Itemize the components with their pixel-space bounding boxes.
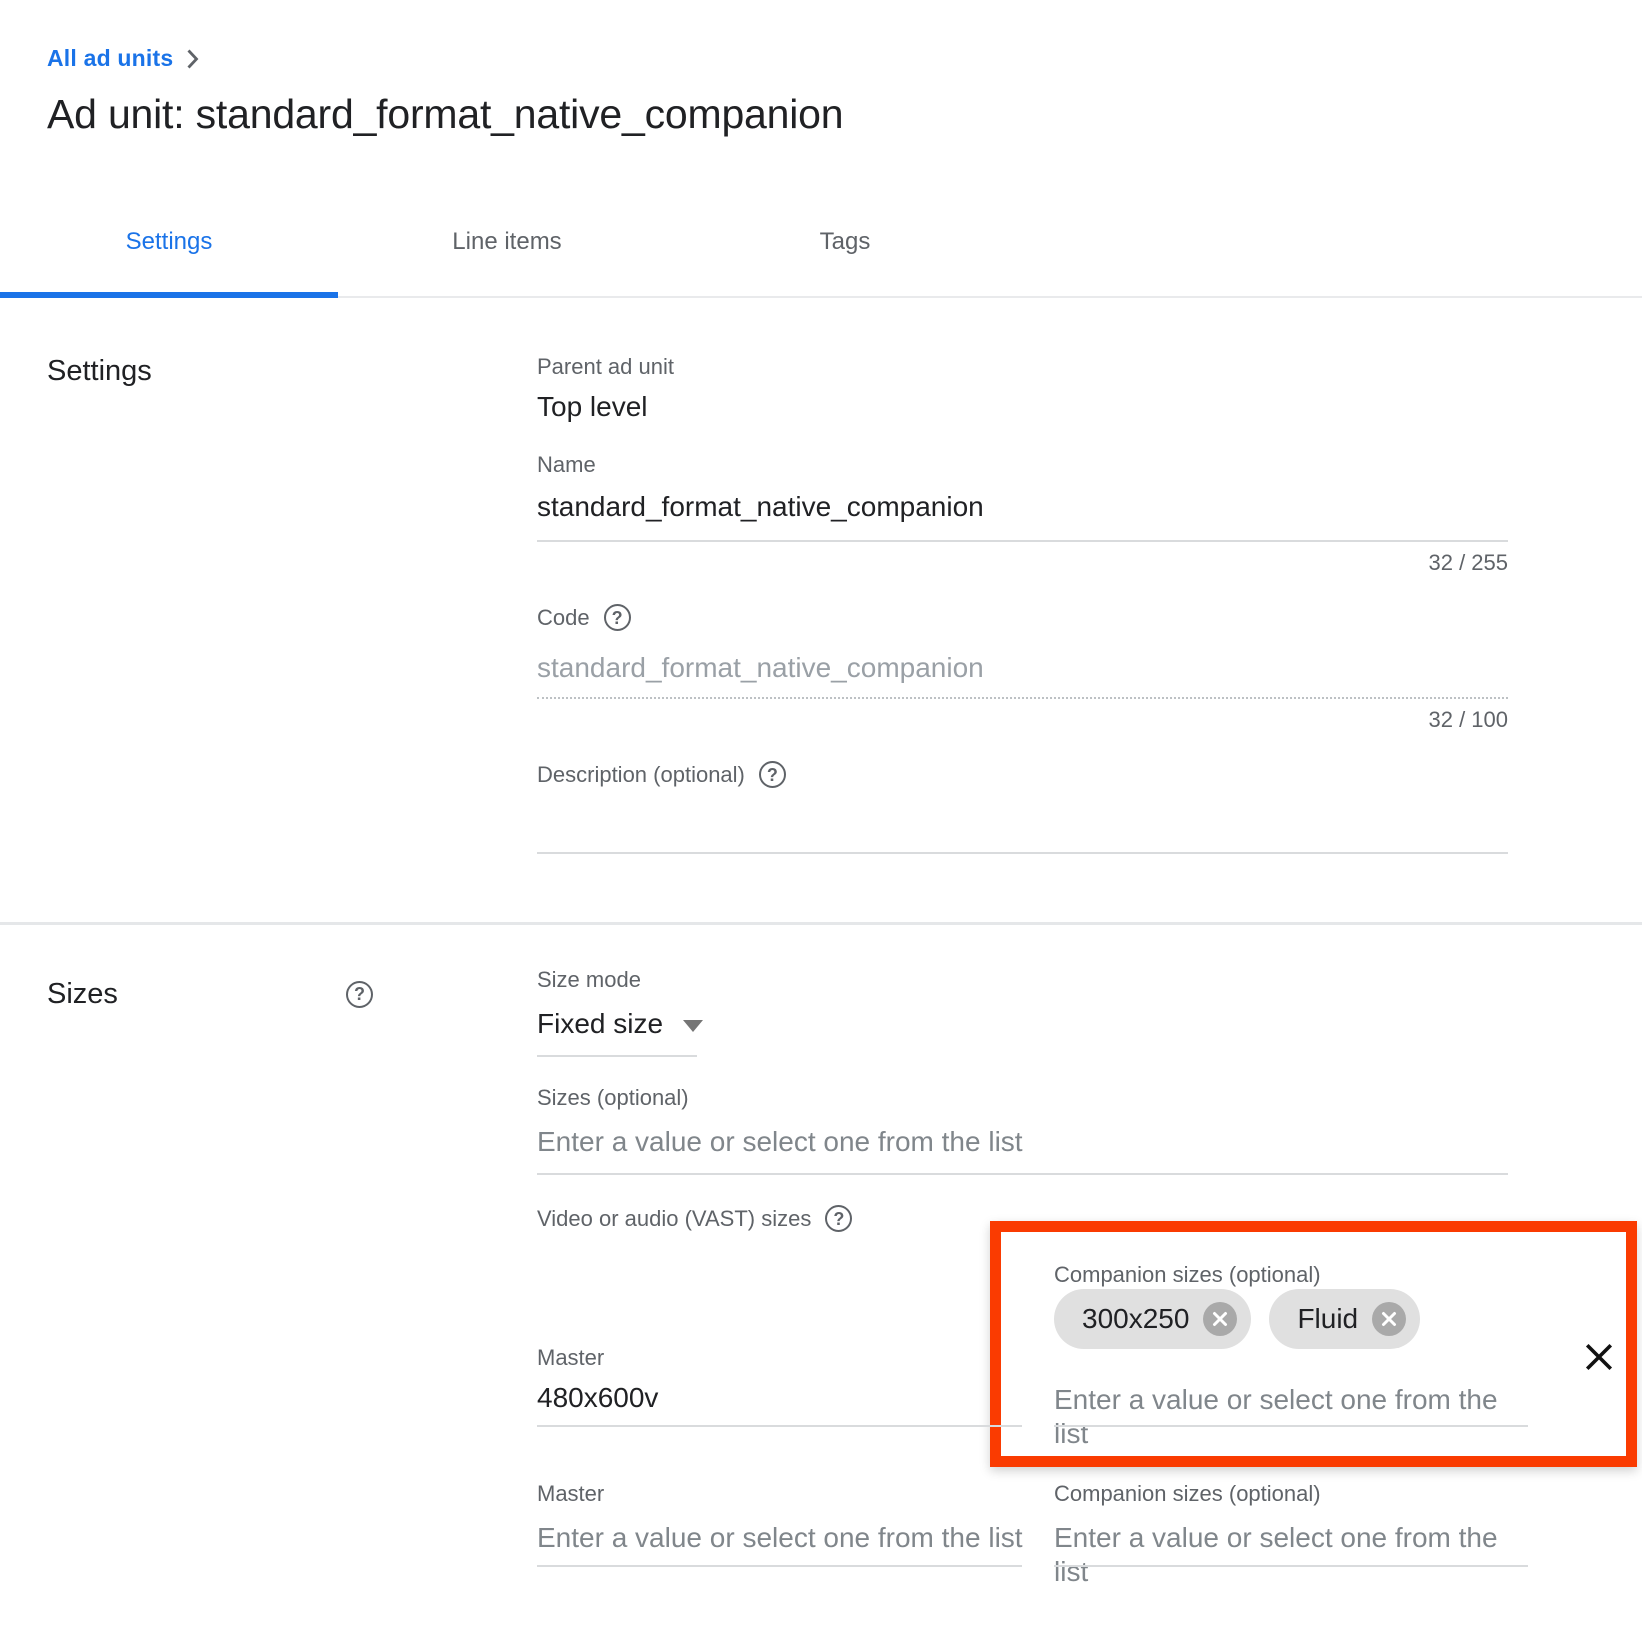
companion-sizes-label-2: Companion sizes (optional): [1054, 1481, 1321, 1507]
size-chip-fluid: Fluid: [1269, 1289, 1420, 1349]
tab-bar: Settings Line items Tags: [0, 216, 1642, 298]
name-input[interactable]: standard_format_native_companion: [537, 490, 1508, 542]
page-title: Ad unit: standard_format_native_companio…: [47, 90, 1642, 138]
chip-label: Fluid: [1297, 1303, 1358, 1335]
tab-settings[interactable]: Settings: [0, 216, 338, 296]
description-field: Description (optional): [537, 761, 1508, 854]
input-underline: [1054, 1565, 1528, 1567]
description-input[interactable]: [537, 800, 1508, 854]
master-label: Master: [537, 1345, 604, 1371]
name-label: Name: [537, 452, 1508, 478]
vast-sizes-help-icon[interactable]: [825, 1205, 852, 1232]
code-char-counter: 32 / 100: [537, 707, 1508, 733]
tab-tags[interactable]: Tags: [676, 216, 1014, 296]
code-field: Code standard_format_native_companion 32…: [537, 604, 1508, 733]
chip-label: 300x250: [1082, 1303, 1189, 1335]
tab-line-items[interactable]: Line items: [338, 216, 676, 296]
chevron-right-icon: [185, 47, 200, 71]
input-underline: [537, 1425, 1022, 1427]
sizes-optional-field: Sizes (optional) Enter a value or select…: [537, 1085, 1508, 1175]
size-mode-field: Size mode Fixed size: [537, 967, 1508, 1057]
size-mode-label: Size mode: [537, 967, 1508, 993]
parent-ad-unit-field: Parent ad unit Top level: [537, 354, 1508, 424]
close-icon[interactable]: [1583, 1341, 1615, 1373]
chip-remove-icon[interactable]: [1372, 1302, 1406, 1336]
input-underline: [1054, 1425, 1528, 1427]
settings-section-heading: Settings: [47, 354, 537, 388]
master-label-2: Master: [537, 1481, 604, 1507]
vast-sizes-area: Video or audio (VAST) sizes Companion si…: [537, 1175, 1508, 1607]
description-label: Description (optional): [537, 762, 745, 788]
sizes-help-icon[interactable]: [346, 981, 373, 1008]
master-input[interactable]: 480x600v: [537, 1381, 658, 1415]
chip-remove-icon[interactable]: [1203, 1302, 1237, 1336]
companion-sizes-input[interactable]: Enter a value or select one from the lis…: [1054, 1383, 1508, 1451]
size-mode-value: Fixed size: [537, 1007, 663, 1041]
breadcrumb: All ad units: [47, 44, 1642, 72]
code-help-icon[interactable]: [604, 604, 631, 631]
sizes-section-heading: Sizes: [47, 977, 118, 1011]
companion-chips: 300x250 Fluid: [1054, 1289, 1420, 1349]
size-chip-300x250: 300x250: [1054, 1289, 1251, 1349]
parent-ad-unit-label: Parent ad unit: [537, 354, 1508, 380]
input-underline: [537, 1565, 1022, 1567]
size-mode-dropdown[interactable]: Fixed size: [537, 1007, 1508, 1041]
description-help-icon[interactable]: [759, 761, 786, 788]
name-char-counter: 32 / 255: [537, 550, 1508, 576]
code-label: Code: [537, 605, 590, 631]
dropdown-caret-icon: [683, 1020, 703, 1032]
sizes-optional-input[interactable]: Enter a value or select one from the lis…: [537, 1125, 1508, 1175]
code-input-disabled: standard_format_native_companion: [537, 651, 1508, 699]
name-field: Name standard_format_native_companion 32…: [537, 452, 1508, 576]
input-underline: [537, 1055, 697, 1057]
sizes-optional-label: Sizes (optional): [537, 1085, 1508, 1111]
companion-sizes-label: Companion sizes (optional): [1054, 1262, 1321, 1288]
sizes-section: Sizes Size mode Fixed size Sizes (option…: [0, 925, 1642, 1607]
settings-section: Settings Parent ad unit Top level Name s…: [0, 354, 1642, 854]
vast-sizes-label: Video or audio (VAST) sizes: [537, 1206, 811, 1232]
companion-sizes-input-2[interactable]: Enter a value or select one from the lis…: [1054, 1521, 1508, 1589]
master-input-2[interactable]: Enter a value or select one from the lis…: [537, 1521, 1023, 1555]
parent-ad-unit-value: Top level: [537, 390, 1508, 424]
breadcrumb-link-all-ad-units[interactable]: All ad units: [47, 45, 173, 72]
